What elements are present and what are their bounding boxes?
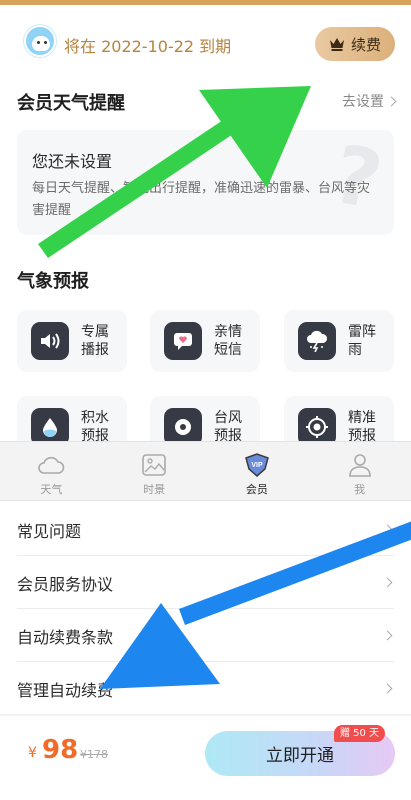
not-set-description: 每日天气提醒、智能出行提醒，准确迅速的雷暴、台风等灾害提醒 bbox=[32, 181, 371, 218]
settings-list: 常见问题 会员服务协议 自动续费条款 管理自动续费 bbox=[0, 501, 411, 714]
tab-label: 时景 bbox=[143, 483, 166, 496]
renew-button[interactable]: 续费 bbox=[315, 27, 395, 61]
not-set-title: 您还未设置 bbox=[32, 152, 113, 171]
picture-icon bbox=[142, 454, 166, 476]
chevron-right-icon bbox=[382, 630, 393, 641]
forecast-title: 气象预报 bbox=[17, 271, 89, 292]
main-content: 会员天气提醒 去设置 ? 您还未设置 每日天气提醒、智能出行提醒，准确迅速的雷暴… bbox=[0, 71, 411, 458]
tile-label: 亲情短信 bbox=[214, 324, 242, 358]
renew-label: 续费 bbox=[350, 35, 381, 54]
vip-icon: VIP bbox=[244, 453, 269, 477]
price-value: 98 bbox=[42, 735, 79, 765]
gift-days-badge: 赠 50 天 bbox=[334, 725, 386, 742]
person-icon bbox=[348, 454, 371, 477]
chevron-right-icon bbox=[386, 96, 397, 106]
expire-text: 将在 2022-10-22 到期 bbox=[64, 37, 232, 56]
tile-label: 积水预报 bbox=[81, 410, 109, 444]
cloud-icon bbox=[38, 456, 65, 474]
list-item-auto-renew-terms[interactable]: 自动续费条款 bbox=[0, 609, 411, 662]
currency-symbol: ¥ bbox=[28, 745, 37, 761]
speaker-icon bbox=[31, 322, 69, 360]
list-item-faq[interactable]: 常见问题 bbox=[0, 503, 411, 556]
tab-scenes[interactable]: 时景 bbox=[103, 442, 206, 500]
membership-header: 将在 2022-10-22 到期 续费 bbox=[0, 5, 411, 71]
purchase-bar: ¥ 98 ¥178 立即开通 赠 50 天 bbox=[0, 716, 411, 800]
heart-message-icon bbox=[164, 322, 202, 360]
chevron-right-icon bbox=[382, 524, 393, 535]
crown-icon bbox=[329, 38, 344, 51]
list-item-label: 常见问题 bbox=[17, 521, 82, 541]
avatar-eye bbox=[37, 41, 40, 44]
chevron-right-icon bbox=[382, 683, 393, 694]
tile-label: 台风预报 bbox=[214, 410, 242, 444]
bottom-tab-bar: 天气 时景 VIP 会员 我 bbox=[0, 441, 411, 501]
list-item-service-agreement[interactable]: 会员服务协议 bbox=[0, 556, 411, 609]
tile-label: 精准预报 bbox=[348, 410, 376, 444]
tab-weather[interactable]: 天气 bbox=[0, 442, 103, 500]
original-price: ¥178 bbox=[80, 748, 108, 761]
go-settings-link[interactable]: 去设置 bbox=[342, 91, 397, 111]
tile-label: 专属播报 bbox=[81, 324, 109, 358]
tab-label: 天气 bbox=[40, 483, 63, 496]
tab-me[interactable]: 我 bbox=[308, 442, 411, 500]
avatar[interactable] bbox=[24, 25, 56, 57]
tile-label: 雷阵雨 bbox=[348, 324, 376, 358]
tile-family-sms[interactable]: 亲情短信 bbox=[150, 310, 260, 372]
avatar-face bbox=[32, 36, 50, 51]
list-item-label: 自动续费条款 bbox=[17, 627, 114, 647]
go-settings-label: 去设置 bbox=[342, 94, 384, 110]
svg-text:VIP: VIP bbox=[251, 462, 263, 469]
avatar-eye bbox=[44, 41, 47, 44]
weather-alert-title: 会员天气提醒 bbox=[17, 93, 125, 114]
open-now-label: 立即开通 bbox=[266, 746, 334, 766]
tile-exclusive-broadcast[interactable]: 专属播报 bbox=[17, 310, 127, 372]
not-set-card[interactable]: ? 您还未设置 每日天气提醒、智能出行提醒，准确迅速的雷暴、台风等灾害提醒 bbox=[17, 130, 394, 235]
list-item-manage-auto-renew[interactable]: 管理自动续费 bbox=[0, 662, 411, 715]
chevron-right-icon bbox=[382, 577, 393, 588]
list-item-label: 会员服务协议 bbox=[17, 574, 114, 594]
tab-label: 我 bbox=[354, 483, 366, 496]
vip-page: 将在 2022-10-22 到期 续费 会员天气提醒 去设置 ? 您还未设置 每… bbox=[0, 0, 411, 800]
tab-vip[interactable]: VIP 会员 bbox=[206, 442, 309, 500]
tile-thunderstorm[interactable]: 雷阵雨 bbox=[284, 310, 394, 372]
list-item-label: 管理自动续费 bbox=[17, 680, 114, 700]
tab-label: 会员 bbox=[245, 483, 268, 496]
thunderstorm-icon bbox=[298, 322, 336, 360]
